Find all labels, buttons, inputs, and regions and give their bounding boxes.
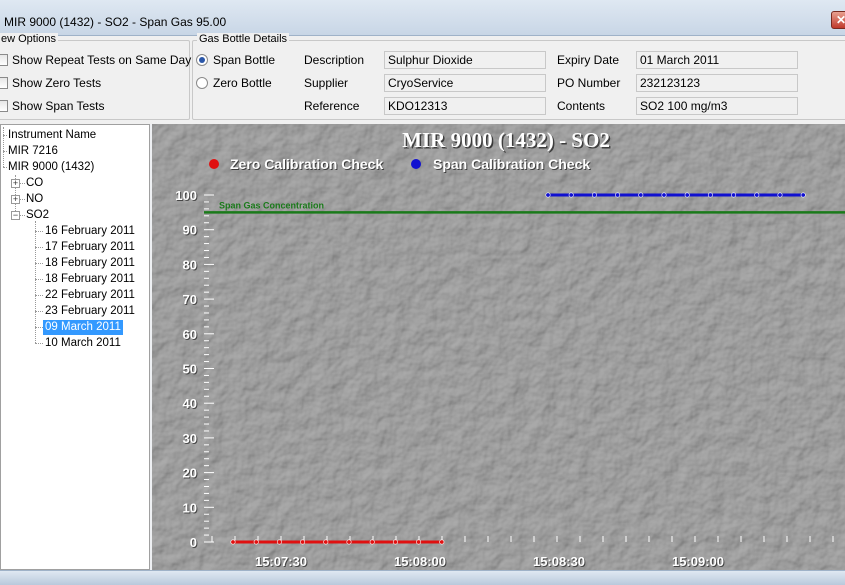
zero-data-point: [300, 539, 306, 545]
tree-date-item-selected[interactable]: 09 March 2011: [43, 320, 123, 335]
expand-co-icon[interactable]: +: [11, 179, 20, 188]
span-data-point: [615, 192, 621, 198]
span-data-point: [707, 192, 713, 198]
y-tick-label: 70: [183, 292, 197, 307]
zero-data-point: [439, 539, 445, 545]
tree-date-item[interactable]: 10 March 2011: [45, 336, 121, 351]
tree-item-so2[interactable]: SO2: [26, 208, 49, 223]
calibration-chart: 0 0 10 10 20 20 30 30 40 40 50 50 60 60 70 70 80 80 90 90 10…: [152, 124, 845, 570]
description-field[interactable]: Sulphur Dioxide: [384, 51, 546, 69]
chart-title: MIR 9000 (1432) - SO2: [402, 128, 610, 152]
po-number-label: PO Number: [557, 76, 621, 90]
repeat-tests-label: Show Repeat Tests on Same Day: [12, 53, 192, 67]
span-gas-reference-label: Span Gas Concentration: [219, 200, 324, 210]
span-data-point: [591, 192, 597, 198]
y-tick-label: 30: [183, 431, 197, 446]
zero-data-point: [276, 539, 282, 545]
span-tests-checkbox[interactable]: Show Span Tests: [0, 98, 105, 114]
zero-legend-label: Zero Calibration Check: [230, 156, 383, 172]
zero-tests-checkbox[interactable]: Show Zero Tests: [0, 75, 101, 91]
expand-no-icon[interactable]: +: [11, 195, 20, 204]
zero-data-point: [323, 539, 329, 545]
tree-item-mir-9000[interactable]: MIR 9000 (1432): [8, 160, 94, 175]
span-data-point: [754, 192, 760, 198]
reference-field[interactable]: KDO12313: [384, 97, 546, 115]
y-tick-label: 100: [175, 188, 197, 203]
title-bar: MIR 9000 (1432) - SO2 - Span Gas 95.00 ✕: [0, 0, 845, 36]
zero-data-point: [346, 539, 352, 545]
zero-bottle-label: Zero Bottle: [213, 76, 272, 90]
zero-data-point: [392, 539, 398, 545]
po-number-field[interactable]: 232123123: [636, 74, 798, 92]
expiry-date-label: Expiry Date: [557, 53, 620, 67]
y-tick-label: 50: [183, 362, 197, 377]
supplier-label: Supplier: [304, 76, 349, 90]
span-data-point: [568, 192, 574, 198]
span-bottle-radio-dot[interactable]: [196, 54, 208, 66]
collapse-so2-icon[interactable]: −: [11, 211, 20, 220]
zero-bottle-radio-dot[interactable]: [196, 77, 208, 89]
zero-data-point: [416, 539, 422, 545]
chart-canvas: 0010102020303040405050606070708080909010…: [152, 124, 845, 570]
y-tick-label: 40: [183, 396, 197, 411]
span-data-point: [731, 192, 737, 198]
x-tick-label: 15:08:30: [533, 554, 585, 569]
zero-data-point: [369, 539, 375, 545]
y-tick-label: 20: [183, 466, 197, 481]
span-data-point: [638, 192, 644, 198]
span-data-point: [800, 192, 806, 198]
span-data-point: [545, 192, 551, 198]
zero-tests-label: Show Zero Tests: [12, 76, 102, 90]
tree-date-item[interactable]: 22 February 2011: [45, 288, 135, 303]
span-bottle-radio[interactable]: Span Bottle: [196, 52, 275, 68]
close-button[interactable]: ✕: [831, 11, 845, 29]
supplier-field[interactable]: CryoService: [384, 74, 546, 92]
zero-legend-marker: [209, 159, 219, 169]
span-data-point: [684, 192, 690, 198]
zero-tests-check-box[interactable]: [0, 77, 8, 89]
status-bar: [0, 570, 845, 585]
repeat-tests-checkbox[interactable]: Show Repeat Tests on Same Day: [0, 52, 191, 68]
span-legend-marker: [411, 159, 421, 169]
span-tests-check-box[interactable]: [0, 100, 8, 112]
x-tick-label: 15:08:00: [394, 554, 446, 569]
span-legend-label: Span Calibration Check: [433, 156, 590, 172]
zero-data-point: [253, 539, 259, 545]
expiry-date-field[interactable]: 01 March 2011: [636, 51, 798, 69]
y-tick-label: 90: [183, 223, 197, 238]
description-label: Description: [304, 53, 365, 67]
tree-root[interactable]: Instrument Name: [8, 128, 96, 143]
y-tick-label: 60: [183, 327, 197, 342]
instrument-tree[interactable]: Instrument Name MIR 7216 MIR 9000 (1432)…: [0, 124, 150, 570]
contents-field[interactable]: SO2 100 mg/m3: [636, 97, 798, 115]
chart-texture: [152, 124, 845, 570]
view-options-legend: ew Options: [0, 33, 59, 45]
window-title: MIR 9000 (1432) - SO2 - Span Gas 95.00: [4, 15, 227, 29]
x-tick-label: 15:07:30: [255, 554, 307, 569]
span-data-point: [661, 192, 667, 198]
zero-data-point: [230, 539, 236, 545]
tree-date-item[interactable]: 18 February 2011: [45, 272, 135, 287]
tree-item-no[interactable]: NO: [26, 192, 43, 207]
span-data-point: [777, 192, 783, 198]
y-tick-label: 10: [183, 500, 197, 515]
x-tick-label: 15:09:00: [672, 554, 724, 569]
tree-date-item[interactable]: 23 February 2011: [45, 304, 135, 319]
tree-date-item[interactable]: 16 February 2011: [45, 224, 135, 239]
y-tick-label: 0: [190, 535, 197, 550]
zero-bottle-radio[interactable]: Zero Bottle: [196, 75, 272, 91]
y-tick-label: 80: [183, 257, 197, 272]
main-window: MIR 9000 (1432) - SO2 - Span Gas 95.00 ✕…: [0, 0, 845, 585]
span-bottle-label: Span Bottle: [213, 53, 276, 67]
reference-label: Reference: [304, 99, 360, 113]
repeat-tests-check-box[interactable]: [0, 54, 8, 66]
tree-date-item[interactable]: 18 February 2011: [45, 256, 135, 271]
contents-label: Contents: [557, 99, 606, 113]
gas-bottle-legend: Gas Bottle Details: [197, 33, 290, 45]
options-panel: ew Options Show Repeat Tests on Same Day…: [0, 33, 845, 124]
tree-item-mir-7216[interactable]: MIR 7216: [8, 144, 58, 159]
tree-item-co[interactable]: CO: [26, 176, 43, 191]
span-tests-label: Show Span Tests: [12, 99, 105, 113]
tree-date-item[interactable]: 17 February 2011: [45, 240, 135, 255]
